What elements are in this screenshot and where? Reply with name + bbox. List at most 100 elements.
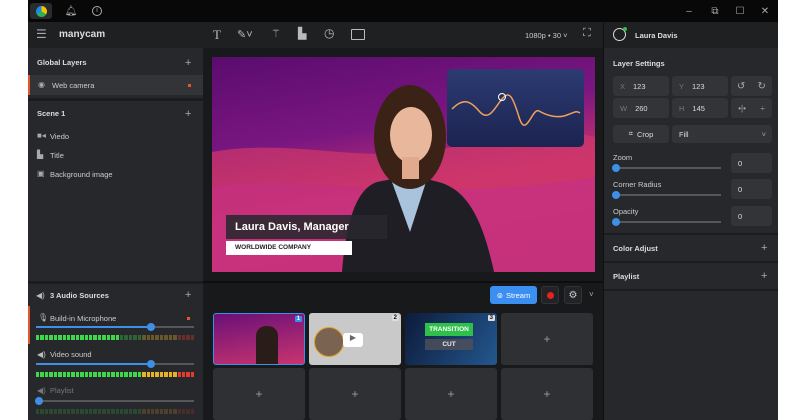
meter-bar [168,409,173,414]
record-button[interactable] [541,286,559,304]
width-field[interactable]: W 260 [613,98,669,118]
lower-third-icon[interactable]: ▙ [298,27,306,40]
close-icon[interactable]: ✕ [754,3,776,19]
color-adjust-section[interactable]: Color Adjust + [604,235,778,261]
maximize-icon[interactable]: ☐ [729,3,751,19]
meter-bar [142,335,146,340]
scene-title: Scene 1 [37,109,66,118]
scene-thumb-3[interactable]: 3 TRANSITION CUT [405,313,497,365]
minimize-icon[interactable]: – [678,3,700,19]
flip-vertical-icon[interactable]: ÷ [760,104,764,113]
add-scene-slot[interactable]: + [501,368,593,420]
meter-bar [36,335,40,340]
meter-bar [186,409,190,414]
scene-item-background-image[interactable]: ▣ Background image [28,167,203,184]
height-field[interactable]: H 145 [672,98,728,118]
fullscreen-icon[interactable]: ⛶ [583,27,591,40]
timer-icon[interactable]: ◷ [324,26,334,40]
zoom-input[interactable]: 0 [731,153,772,173]
meter-bar [40,372,44,377]
add-scene-slot[interactable]: + [501,313,593,365]
meter-bar [84,335,89,340]
scene-thumb-2[interactable]: 2 ▶ [309,313,401,365]
expand-plus-icon: + [761,242,768,254]
chevron-down-icon[interactable]: ˅ [589,290,594,299]
flip-horizontal-icon[interactable]: •|• [738,104,746,113]
add-audio-button[interactable]: + [185,290,191,301]
mic-volume-slider[interactable] [36,323,194,331]
meter-bar [49,335,53,340]
meter-bar [36,372,40,377]
video-volume-slider[interactable] [36,360,194,368]
meter-bar [97,335,102,340]
speaker-muted-icon: ◀) [37,386,46,395]
meter-bar [120,409,124,414]
scene-item-label: Title [50,151,64,160]
corner-radius-label: Corner Radius [613,180,662,189]
meter-bar [58,372,62,377]
corner-radius-input[interactable]: 0 [731,179,772,199]
add-scene-slot[interactable]: + [405,368,497,420]
scene-thumb-1[interactable]: 1 [213,313,305,365]
meter-bar [177,409,181,414]
corner-radius-slider[interactable] [612,191,721,199]
meter-bar [49,409,53,414]
scene-item-video[interactable]: ■◂ Viedo [28,129,203,146]
meter-bar [102,409,106,414]
layer-settings-title: Layer Settings [613,59,665,68]
meter-bar [84,372,89,377]
text-tool-icon[interactable]: T [213,27,221,43]
bell-icon[interactable]: 🔔︎ [60,3,82,19]
lower-third-company: WORLDWIDE COMPANY [226,241,352,255]
opacity-input[interactable]: 0 [731,206,772,226]
x-field[interactable]: X 123 [613,76,669,96]
add-scene-layer-button[interactable]: + [185,109,191,120]
rotate-left-icon[interactable]: ↺ [737,81,745,92]
user-header[interactable]: Laura Davis [604,22,778,48]
scene-item-label: Viedo [50,132,70,141]
meter-bar [53,409,58,414]
info-icon[interactable]: i [86,3,108,19]
crop-icon: ⌗ [628,129,633,138]
center-panel: T ✎˅ ⚚ ▙ ◷ 1080p • 30 ˅ ⛶ Laura Davis, M… [203,22,603,420]
effects-wand-icon[interactable]: ⚚ [271,27,281,40]
right-panel: Laura Davis Layer Settings X 123 Y 123 ↺ ↻ … [603,22,778,420]
draw-tool-icon[interactable]: ✎˅ [237,28,253,41]
meter-bar [137,409,142,414]
app-logo: manycam [59,29,106,40]
y-field[interactable]: Y 123 [672,76,728,96]
zoom-slider[interactable] [612,164,721,172]
meter-bar [66,372,71,377]
layer-item-web-camera[interactable]: ◉ Web camera [28,75,203,95]
crop-button[interactable]: ⌗ Crop [613,125,669,143]
meter-bar [93,409,97,414]
meter-bar [133,409,137,414]
add-scene-slot[interactable]: + [213,368,305,420]
meter-bar [106,335,111,340]
video-preview[interactable]: Laura Davis, Manager WORLDWIDE COMPANY [212,57,595,272]
meter-bar [128,372,133,377]
meter-bar [102,372,106,377]
opacity-slider[interactable] [612,218,721,226]
menu-icon[interactable]: ☰ [36,27,47,41]
fill-mode-select[interactable]: Fill ˅ [672,125,772,143]
meter-bar [120,372,124,377]
rotate-right-icon[interactable]: ↻ [758,81,766,92]
microphone-icon: 🎙︎ [38,313,49,322]
pip-icon[interactable]: ⧉ [704,3,726,19]
meter-bar [40,409,44,414]
playlist-section[interactable]: Playlist + [604,263,778,289]
scene-item-title[interactable]: ▙ Title [28,148,203,165]
settings-button[interactable]: ⚙ [564,286,582,304]
meter-bar [146,372,150,377]
meter-bar [115,335,120,340]
background-replace-icon[interactable] [351,29,365,40]
resolution-dropdown[interactable]: 1080p • 30 ˅ [525,31,567,40]
app-logo-icon[interactable] [30,3,52,19]
meter-bar [128,409,133,414]
playlist-volume-slider[interactable] [35,397,194,405]
stream-button[interactable]: ⊚ Stream [490,286,537,304]
add-global-layer-button[interactable]: + [185,58,191,69]
video-icon: ■◂ [37,131,46,140]
add-scene-slot[interactable]: + [309,368,401,420]
